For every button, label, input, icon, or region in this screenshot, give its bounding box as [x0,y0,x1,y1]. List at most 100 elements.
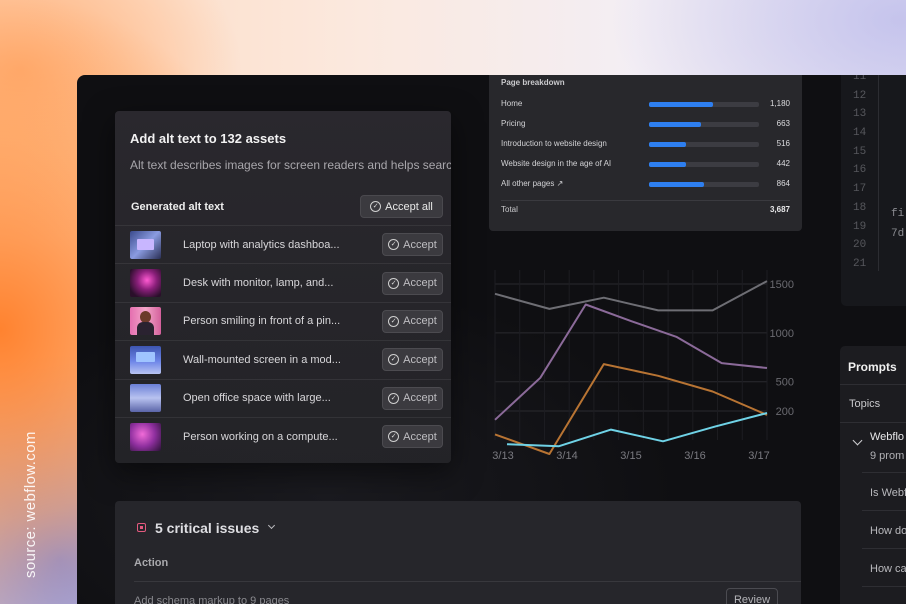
chevron-down-icon[interactable] [852,435,863,446]
page-breakdown-row: Website design in the age of AI 442 [489,159,802,171]
asset-label: Wall-mounted screen in a mod... [183,353,341,366]
x-tick-label: 3/14 [556,450,577,462]
asset-list: Laptop with analytics dashboa... ✓ Accept… [115,225,451,455]
prompt-group-label[interactable]: Webflo [870,431,904,443]
total-value: 3,687 [769,205,790,214]
line-number: 18 [853,201,867,214]
code-fragment: 7d [891,228,905,240]
source-caption: source: webflow.com [22,431,39,578]
accept-label: Accept [403,238,437,251]
page-breakdown-card: Page breakdown Home 1,180 Pricing 663 Introd… [489,75,802,231]
series-line [494,280,768,312]
page-breakdown-row[interactable]: All other pages ↗ 864 [489,179,802,191]
line-number: 21 [853,257,867,270]
code-editor-panel: 11 12 13 14 15 16 17 18 19 20 21 fi 7d [841,75,906,306]
page-bar-fill [649,102,713,107]
accept-button[interactable]: ✓ Accept [382,386,443,410]
line-number: 13 [853,108,867,121]
accept-label: Accept [403,353,437,366]
asset-row: Open office space with large... ✓ Accept [115,378,451,417]
x-tick-label: 3/13 [492,450,513,462]
line-number: 20 [853,239,867,252]
divider [134,581,801,582]
page-value: 442 [776,159,790,168]
page-bar-track [649,162,759,167]
app-window: Add alt text to 132 assets Alt text desc… [77,75,906,604]
prompts-panel: Prompts Topics Webflo 9 prom Is Webf How… [840,346,906,604]
accept-button[interactable]: ✓ Accept [382,271,443,295]
page-bar-track [649,182,759,187]
page-bar-fill [649,122,701,127]
asset-row: Desk with monitor, lamp, and... ✓ Accept [115,263,451,301]
asset-row: Wall-mounted screen in a mod... ✓ Accept [115,340,451,378]
y-tick-label: 500 [776,377,794,389]
asset-label: Open office space with large... [183,392,331,405]
page-label: All other pages ↗ [501,179,564,188]
traffic-line-chart: 200 500 1000 1500 3/13 3/14 3/15 3/16 3/17 [477,265,807,465]
divider [501,200,790,201]
total-label: Total [501,205,518,214]
series-line [506,412,768,448]
check-circle-icon: ✓ [388,392,400,404]
accept-label: Accept [403,315,437,328]
check-circle-icon: ✓ [370,201,382,212]
x-tick-label: 3/16 [684,450,705,462]
asset-thumbnail [130,269,161,298]
page-label: Home [501,99,523,108]
series-line [494,303,768,421]
page-label: Pricing [501,119,526,128]
asset-thumbnail [130,422,161,451]
issue-icon [137,523,146,532]
prompt-item[interactable]: How ca [870,563,906,575]
divider [840,422,906,423]
line-number: 12 [853,89,867,102]
line-numbers: 11 12 13 14 15 16 17 18 19 20 21 [853,75,866,277]
line-number: 17 [853,183,867,196]
asset-row: Laptop with analytics dashboa... ✓ Accept [115,225,451,263]
page-value: 663 [776,119,790,128]
line-number: 11 [853,75,867,83]
issues-title[interactable]: 5 critical issues [155,520,259,536]
page-breakdown-row: Pricing 663 [489,119,802,131]
page-breakdown-row: Home 1,180 [489,99,802,111]
accept-button[interactable]: ✓ Accept [382,425,443,449]
asset-thumbnail [130,345,161,374]
check-circle-icon: ✓ [388,354,400,366]
x-tick-label: 3/17 [748,450,769,462]
accept-label: Accept [403,392,437,405]
asset-label: Desk with monitor, lamp, and... [183,277,334,290]
accept-button[interactable]: ✓ Accept [382,233,443,257]
page-bar-fill [649,162,687,167]
prompt-group-count: 9 prom [870,450,905,462]
accept-all-label: Accept all [385,200,433,213]
alt-text-description: Alt text describes images for screen rea… [130,158,451,172]
divider [862,510,906,511]
prompt-item[interactable]: Is Webf [870,487,906,499]
divider [840,384,906,385]
code-fragment: fi [891,208,905,220]
asset-label: Laptop with analytics dashboa... [183,238,340,251]
prompt-item[interactable]: How do [870,525,906,537]
accept-button[interactable]: ✓ Accept [382,348,443,372]
check-circle-icon: ✓ [388,239,400,251]
page-label: Website design in the age of AI [501,159,612,168]
accept-all-button[interactable]: ✓ Accept all [360,195,443,218]
x-tick-label: 3/15 [620,450,641,462]
chart-svg: 200 500 1000 1500 3/13 3/14 3/15 3/16 3/17 [492,270,794,462]
asset-label: Person smiling in front of a pin... [183,315,341,328]
y-tick-label: 200 [776,406,794,418]
page-value: 1,180 [769,99,790,108]
line-number: 19 [853,220,867,233]
chevron-down-icon[interactable] [267,521,276,530]
review-button[interactable]: Review [726,588,778,604]
accept-button[interactable]: ✓ Accept [382,309,443,333]
generated-alt-text-label: Generated alt text [131,201,224,213]
page-bar-fill [649,182,704,187]
line-number: 16 [853,164,867,177]
page-value: 516 [776,139,790,148]
critical-issues-panel: 5 critical issues Action Add schema mark… [115,501,801,604]
asset-label: Person working on a compute... [183,430,338,443]
y-tick-label: 1500 [770,279,794,291]
page-breakdown-title: Page breakdown [501,78,565,87]
accept-label: Accept [403,277,437,290]
